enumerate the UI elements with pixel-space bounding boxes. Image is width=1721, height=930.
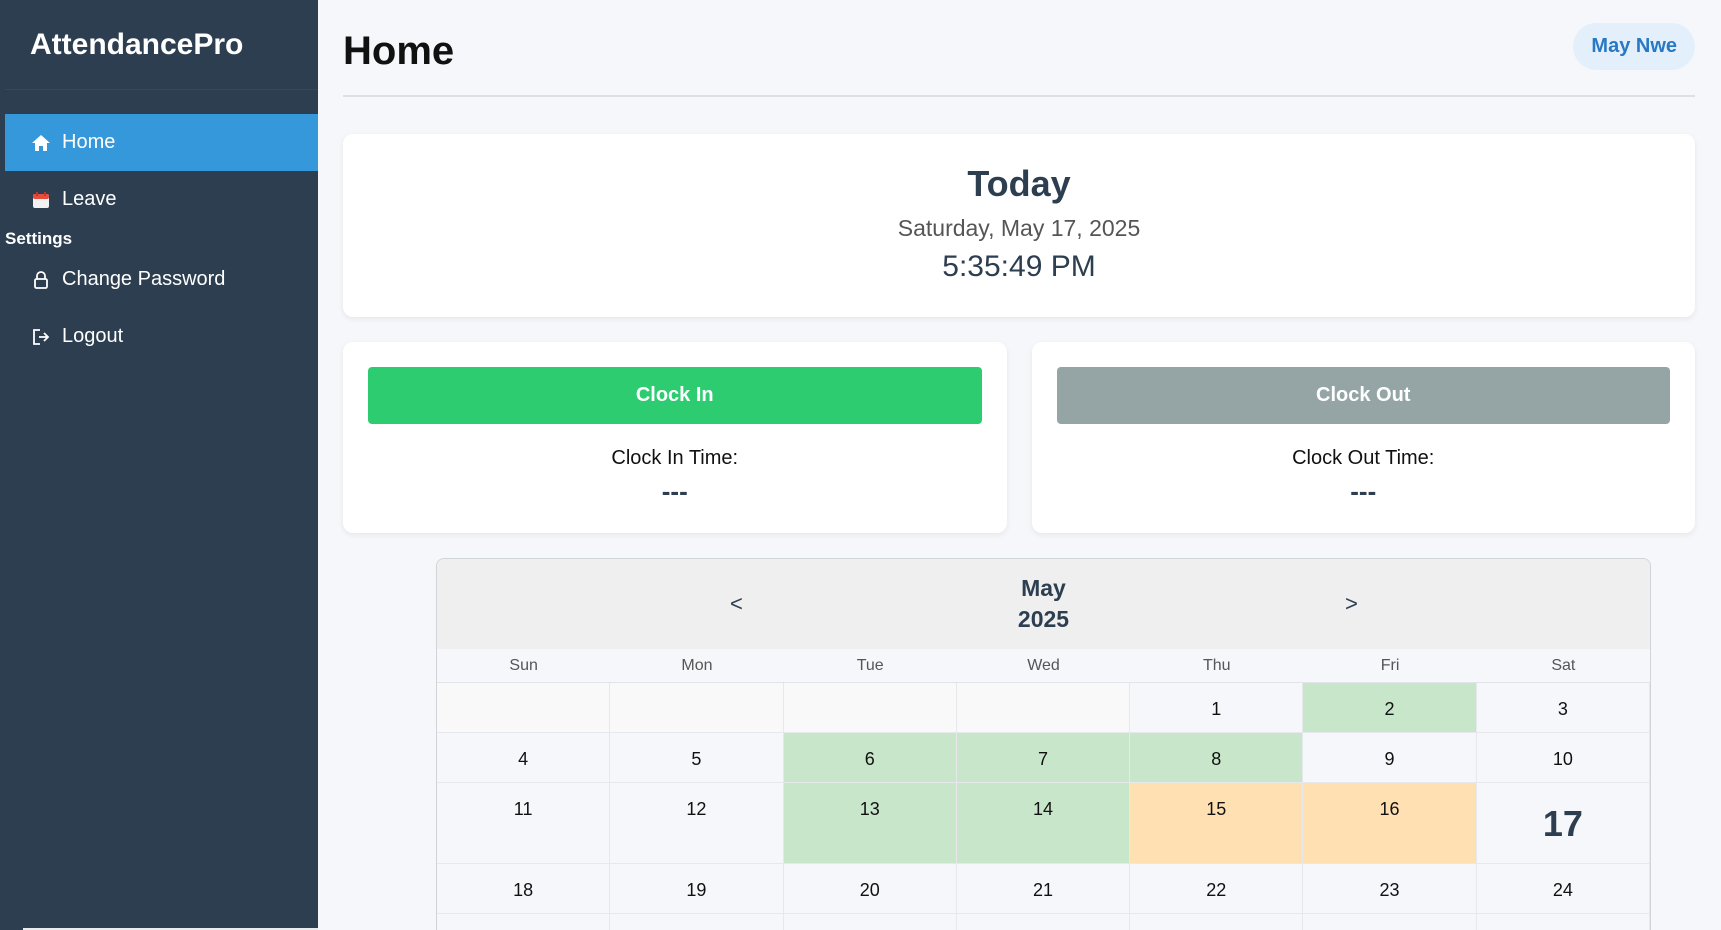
clock-out-label: Clock Out Time: <box>1292 447 1435 469</box>
calendar-day[interactable]: 6 <box>783 733 957 783</box>
clock-in-label: Clock In Time: <box>611 447 739 469</box>
sidebar-item-label: Leave <box>62 188 117 210</box>
calendar-weekday: Fri <box>1303 649 1477 683</box>
clock-in-button[interactable]: Clock In <box>368 367 982 424</box>
calendar-days-grid: 1 2 3 4 5 6 7 8 9 10 11 12 13 14 15 16 17 18 19 20 21 22 23 24 <box>437 683 1650 930</box>
clock-in-value: --- <box>661 476 688 506</box>
calendar-day <box>956 683 1131 733</box>
calendar-month: May <box>1021 575 1066 601</box>
lock-icon <box>30 269 52 291</box>
calendar-weekday: Sat <box>1476 649 1650 683</box>
calendar-weekday-row: Sun Mon Tue Wed Thu Fri Sat <box>437 649 1650 683</box>
brand-logo[interactable]: AttendancePro <box>5 0 318 90</box>
calendar-day[interactable]: 5 <box>610 733 784 783</box>
calendar-icon <box>30 189 52 211</box>
user-badge[interactable]: May Nwe <box>1573 23 1695 70</box>
calendar-day[interactable]: 22 <box>1130 864 1304 914</box>
calendar-day <box>437 683 611 733</box>
calendar-day[interactable]: 2 <box>1303 683 1477 733</box>
calendar-day[interactable]: 19 <box>610 864 784 914</box>
calendar-day[interactable]: 10 <box>1476 733 1650 783</box>
calendar-day[interactable]: 24 <box>1476 864 1650 914</box>
settings-section-label: Settings <box>5 228 73 248</box>
clock-in-card: Clock In Clock In Time: --- <box>343 342 1007 533</box>
today-time: 5:35:49 PM <box>942 250 1096 283</box>
calendar-header: < May 2025 > <box>437 559 1650 649</box>
calendar-day[interactable]: 7 <box>956 733 1131 783</box>
clock-row: Clock In Clock In Time: --- Clock Out Cl… <box>343 342 1695 533</box>
calendar-year: 2025 <box>1017 606 1070 632</box>
calendar-day[interactable]: 13 <box>783 783 957 864</box>
calendar-day[interactable]: 4 <box>437 733 611 783</box>
sidebar: AttendancePro Home Leave Settings Change… <box>0 0 318 930</box>
page-header: Home May Nwe <box>343 0 1695 97</box>
sidebar-nav: Home Leave Settings Change Password Logo… <box>5 90 318 365</box>
calendar-weekday: Tue <box>783 649 957 683</box>
sidebar-item-home[interactable]: Home <box>5 114 318 171</box>
calendar-day <box>1477 914 1650 930</box>
sidebar-item-label: Change Password <box>62 268 226 290</box>
today-title: Today <box>967 163 1071 204</box>
calendar-day <box>783 683 957 733</box>
today-date: Saturday, May 17, 2025 <box>897 215 1141 241</box>
logout-icon <box>30 326 52 348</box>
calendar-day[interactable]: 20 <box>783 864 957 914</box>
clock-out-card: Clock Out Clock Out Time: --- <box>1031 342 1695 533</box>
clock-out-button[interactable]: Clock Out <box>1056 367 1670 424</box>
clock-out-value: --- <box>1350 476 1377 506</box>
calendar-day[interactable]: 18 <box>437 864 611 914</box>
page-title: Home <box>343 29 455 73</box>
sidebar-item-label: Logout <box>62 325 124 347</box>
sidebar-item-label: Home <box>62 131 116 153</box>
calendar-day <box>1303 914 1477 930</box>
attendance-calendar: < May 2025 > Sun Mon Tue Wed Thu Fri Sat 12345… <box>436 558 1651 930</box>
calendar-day[interactable]: 23 <box>1303 864 1477 914</box>
calendar-day[interactable]: 9 <box>1303 733 1477 783</box>
today-card: Today Saturday, May 17, 2025 5:35:49 PM <box>343 134 1695 317</box>
calendar-weekday: Sun <box>437 649 611 683</box>
calendar-day <box>437 914 611 930</box>
app-root: AttendancePro Home Leave Settings Change… <box>0 0 1721 930</box>
sidebar-item-leave[interactable]: Leave <box>5 171 318 228</box>
sidebar-item-logout[interactable]: Logout <box>5 308 318 365</box>
calendar-prev-button[interactable]: < <box>730 591 743 617</box>
calendar-weekday: Thu <box>1130 649 1304 683</box>
calendar-day[interactable]: 14 <box>956 783 1131 864</box>
calendar-next-button[interactable]: > <box>1345 591 1358 617</box>
calendar-weekday: Mon <box>610 649 784 683</box>
calendar-day[interactable]: 11 <box>437 783 611 864</box>
calendar-day <box>957 914 1131 930</box>
sidebar-item-change-password[interactable]: Change Password <box>5 251 318 308</box>
calendar-month-year: May 2025 <box>1018 573 1069 635</box>
calendar-day-today[interactable]: 17 <box>1476 783 1650 864</box>
calendar-day <box>610 914 784 930</box>
calendar-day[interactable]: 1 <box>1130 683 1304 733</box>
calendar-day <box>1130 914 1304 930</box>
calendar-weekday: Wed <box>956 649 1131 683</box>
calendar-day[interactable]: 15 <box>1130 783 1304 864</box>
calendar-day[interactable]: 8 <box>1130 733 1304 783</box>
calendar-day[interactable]: 21 <box>956 864 1131 914</box>
calendar-day[interactable]: 12 <box>610 783 784 864</box>
calendar-day[interactable]: 16 <box>1303 783 1477 864</box>
calendar-day <box>784 914 957 930</box>
calendar-day[interactable]: 3 <box>1476 683 1650 733</box>
home-icon <box>30 132 52 154</box>
calendar-day <box>610 683 784 733</box>
